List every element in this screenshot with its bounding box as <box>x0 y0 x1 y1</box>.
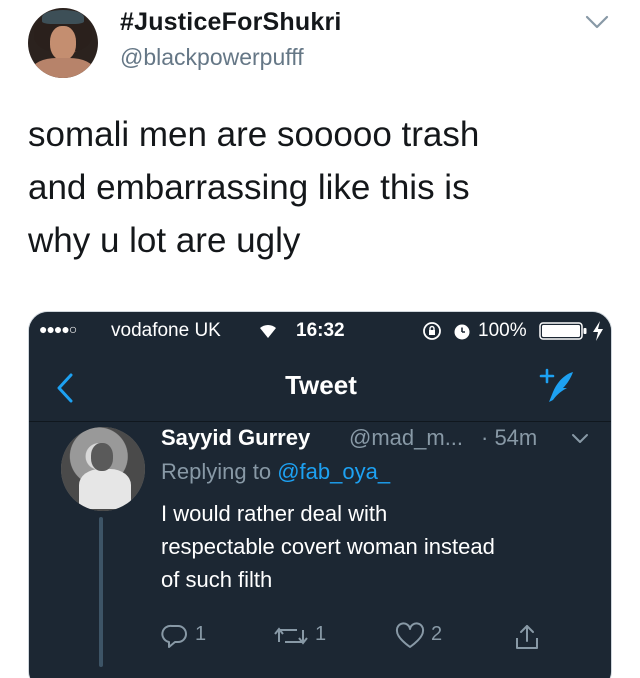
replying-to: Replying to @fab_oya_ <box>161 459 390 485</box>
status-bar: ●●●●○ vodafone UK 16:32 100% <box>29 312 611 352</box>
compose-tweet-icon[interactable] <box>537 366 577 406</box>
reply-text-line: of such filth <box>161 567 273 592</box>
tweet-actions: 1 1 2 <box>161 619 601 653</box>
share-icon <box>516 625 538 649</box>
signal-strength: ●●●●○ <box>39 321 77 337</box>
like-button[interactable]: 2 <box>395 619 455 653</box>
tweet-text-line: why u lot are ugly <box>28 221 301 260</box>
author-handle[interactable]: @blackpowerpufff <box>120 44 304 71</box>
reply-count: 1 <box>195 623 207 645</box>
battery-icon <box>539 322 589 340</box>
reply-text-line: respectable covert woman instead <box>161 534 495 559</box>
alarm-icon <box>452 321 472 341</box>
battery-percent: 100% <box>478 320 527 341</box>
reply-author-avatar[interactable] <box>61 427 145 511</box>
charging-bolt-icon <box>591 320 605 342</box>
reply-author-handle[interactable]: @mad_m... <box>349 425 463 451</box>
chevron-down-icon[interactable] <box>584 12 610 32</box>
reply-timestamp: · 54m <box>481 425 538 450</box>
reply-icon <box>161 624 187 648</box>
status-time: 16:32 <box>296 320 345 341</box>
author-avatar[interactable] <box>28 8 98 78</box>
replying-to-mention[interactable]: @fab_oya_ <box>277 459 390 484</box>
retweet-icon <box>274 627 308 645</box>
attached-screenshot[interactable]: ●●●●○ vodafone UK 16:32 100% Tweet Sayyi… <box>28 311 612 678</box>
nav-title: Tweet <box>285 370 357 400</box>
replying-to-prefix: Replying to <box>161 459 272 484</box>
retweet-button[interactable]: 1 <box>273 619 343 653</box>
reply-author-name[interactable]: Sayyid Gurrey <box>161 425 310 451</box>
thread-connector <box>99 517 103 667</box>
tweet-text-line: somali men are sooooo trash <box>28 115 480 154</box>
reply-button[interactable]: 1 <box>161 619 221 653</box>
chevron-down-icon[interactable] <box>571 432 589 446</box>
wifi-icon <box>257 322 279 340</box>
like-count: 2 <box>431 623 443 645</box>
rotation-lock-icon <box>422 321 442 341</box>
outer-tweet: #JusticeForShukri @blackpowerpufff somal… <box>0 0 640 678</box>
tweet-text-line: and embarrassing like this is <box>28 168 470 207</box>
tweet-nav-bar: Tweet <box>29 352 611 422</box>
author-display-name[interactable]: #JusticeForShukri <box>120 8 342 37</box>
tweet-text: somali men are sooooo trash and embarras… <box>28 108 618 267</box>
reply-text: I would rather deal with respectable cov… <box>161 497 601 596</box>
reply-tweet[interactable]: Sayyid Gurrey @mad_m... · 54m Replying t… <box>29 423 611 678</box>
share-button[interactable] <box>513 619 543 653</box>
reply-text-line: I would rather deal with <box>161 501 388 526</box>
heart-icon <box>395 622 425 648</box>
carrier-name: vodafone UK <box>111 320 221 341</box>
retweet-count: 1 <box>315 623 327 645</box>
